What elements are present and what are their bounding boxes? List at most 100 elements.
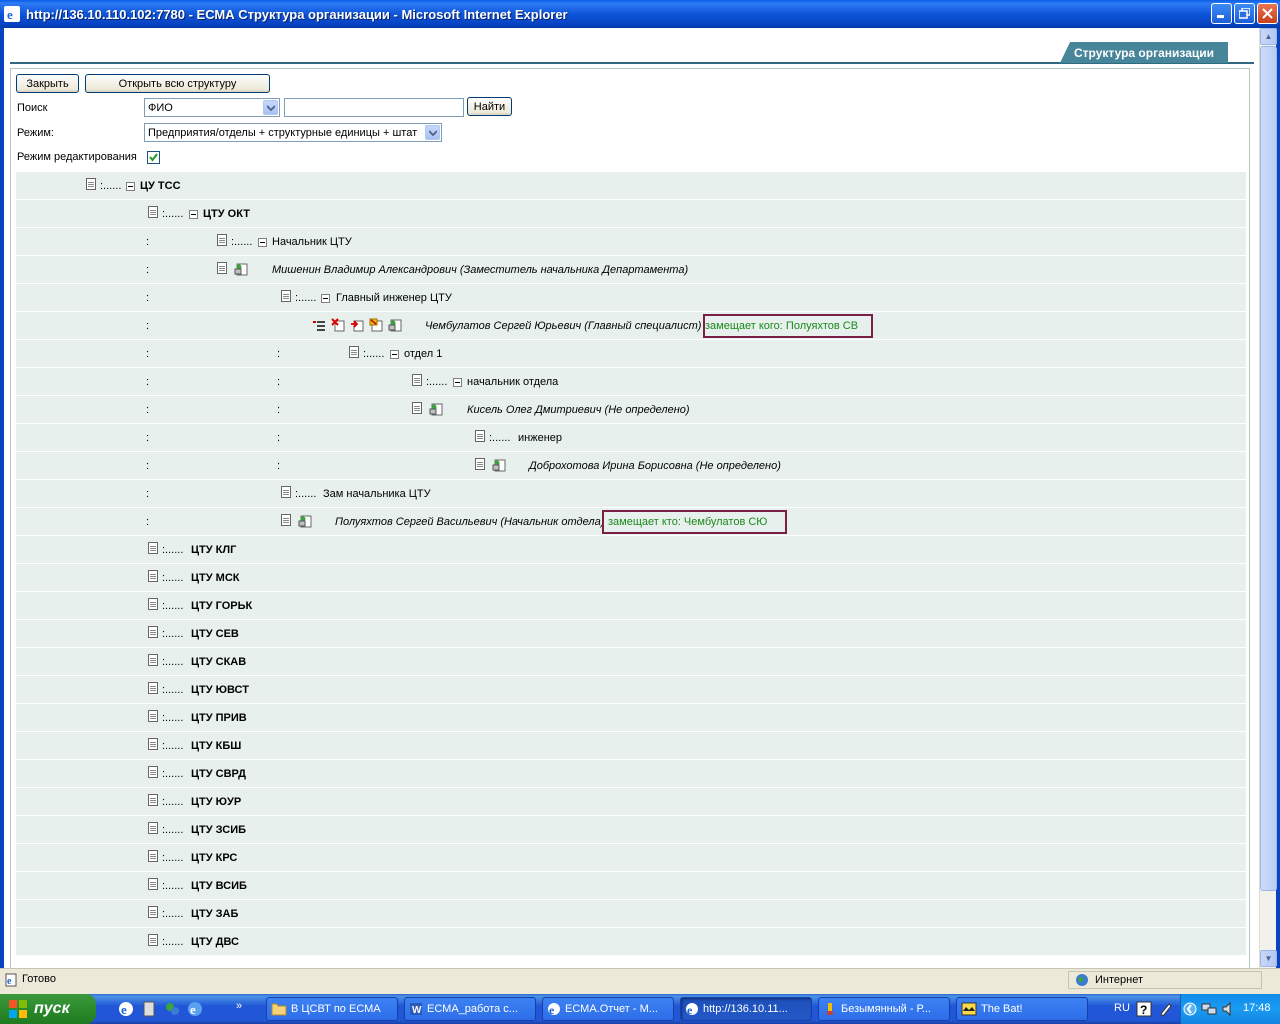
- node-label[interactable]: ЦУ ТСС: [140, 180, 181, 192]
- tab-structure[interactable]: Структура организации: [1060, 42, 1228, 63]
- document-icon[interactable]: [148, 906, 158, 918]
- node-label[interactable]: ЦТУ СВРД: [191, 768, 246, 780]
- find-button[interactable]: Найти: [467, 97, 512, 116]
- minimize-button[interactable]: [1211, 3, 1232, 24]
- edit-mode-checkbox[interactable]: [147, 151, 160, 164]
- document-icon[interactable]: [148, 850, 158, 862]
- document-icon[interactable]: [148, 542, 158, 554]
- node-label[interactable]: ЦТУ ВСИБ: [191, 880, 247, 892]
- delete-card-icon[interactable]: [331, 318, 345, 332]
- document-icon[interactable]: [148, 682, 158, 694]
- node-label[interactable]: ЦТУ ОКТ: [203, 208, 250, 220]
- node-label[interactable]: ЦТУ ЮУР: [191, 796, 241, 808]
- person-label[interactable]: Мишенин Владимир Александрович (Заместит…: [272, 264, 688, 276]
- document-icon[interactable]: [148, 766, 158, 778]
- document-icon[interactable]: [412, 374, 422, 386]
- close-window-button[interactable]: [1257, 3, 1278, 24]
- document-icon[interactable]: [281, 290, 291, 302]
- node-label[interactable]: Начальник ЦТУ: [272, 236, 352, 248]
- help-icon[interactable]: ?: [1136, 1001, 1152, 1017]
- document-icon[interactable]: [148, 598, 158, 610]
- node-label[interactable]: ЦТУ ЗАБ: [191, 908, 238, 920]
- search-field-select[interactable]: ФИО: [144, 98, 280, 117]
- person-label[interactable]: Доброхотова Ирина Борисовна (Не определе…: [529, 460, 781, 472]
- open-all-button[interactable]: Открыть всю структуру: [85, 74, 270, 93]
- node-label[interactable]: ЦТУ КБШ: [191, 740, 241, 752]
- collapse-icon[interactable]: [189, 210, 198, 219]
- node-label[interactable]: ЦТУ ГОРЬК: [191, 600, 252, 612]
- document-icon[interactable]: [475, 458, 485, 470]
- vertical-scrollbar[interactable]: ▲ ▼: [1259, 28, 1277, 968]
- document-icon[interactable]: [148, 738, 158, 750]
- close-button[interactable]: Закрыть: [16, 74, 79, 93]
- task-folder[interactable]: В ЦСВТ по ЕСМА: [266, 997, 398, 1021]
- collapse-icon[interactable]: [321, 294, 330, 303]
- quicklaunch-more-icon[interactable]: »: [236, 1000, 242, 1012]
- node-label[interactable]: инженер: [518, 432, 562, 444]
- edit-card-icon[interactable]: [369, 318, 383, 332]
- document-icon[interactable]: [281, 486, 291, 498]
- quicklaunch-ie-icon[interactable]: e: [118, 1001, 134, 1017]
- document-icon[interactable]: [475, 430, 485, 442]
- node-label[interactable]: ЦТУ ДВС: [191, 936, 239, 948]
- document-icon[interactable]: [349, 346, 359, 358]
- task-ie-report[interactable]: e ЕСМА.Отчет - М...: [542, 997, 674, 1021]
- person-card-icon[interactable]: [298, 514, 312, 528]
- quicklaunch-messenger-icon[interactable]: [164, 1001, 180, 1017]
- clock[interactable]: 17:48: [1243, 1002, 1271, 1014]
- collapse-icon[interactable]: [390, 350, 399, 359]
- task-paint[interactable]: Безымянный - Р...: [818, 997, 950, 1021]
- language-indicator[interactable]: RU: [1114, 1002, 1130, 1014]
- document-icon[interactable]: [148, 822, 158, 834]
- task-ie-active[interactable]: e http://136.10.11...: [680, 997, 812, 1021]
- list-remove-icon[interactable]: [312, 318, 326, 332]
- quicklaunch-browser-icon[interactable]: e: [187, 1001, 203, 1017]
- chevron-down-icon[interactable]: [263, 100, 278, 115]
- search-input[interactable]: [284, 98, 464, 117]
- person-label[interactable]: Кисель Олег Дмитриевич (Не определено): [467, 404, 690, 416]
- document-icon[interactable]: [86, 178, 96, 190]
- tray-expand-icon[interactable]: [1183, 1001, 1197, 1017]
- chevron-down-icon[interactable]: [425, 125, 440, 140]
- scroll-down-icon[interactable]: ▼: [1260, 950, 1277, 967]
- document-icon[interactable]: [217, 234, 227, 246]
- node-label[interactable]: начальник отдела: [467, 376, 558, 388]
- node-label[interactable]: ЦТУ ПРИВ: [191, 712, 247, 724]
- start-button[interactable]: пуск: [0, 994, 96, 1024]
- task-word-doc[interactable]: W ЕСМА_работа с...: [404, 997, 536, 1021]
- scroll-thumb[interactable]: [1260, 46, 1277, 891]
- pen-icon[interactable]: [1158, 1001, 1174, 1017]
- document-icon[interactable]: [148, 794, 158, 806]
- node-label[interactable]: ЦТУ СЕВ: [191, 628, 239, 640]
- person-label[interactable]: Полуяхтов Сергей Васильевич (Начальник о…: [335, 516, 604, 528]
- collapse-icon[interactable]: [453, 378, 462, 387]
- node-label[interactable]: Зам начальника ЦТУ: [323, 488, 431, 500]
- node-label[interactable]: отдел 1: [404, 348, 442, 360]
- node-label[interactable]: ЦТУ КРС: [191, 852, 237, 864]
- network-icon[interactable]: [1201, 1001, 1217, 1017]
- volume-icon[interactable]: [1221, 1001, 1237, 1017]
- document-icon[interactable]: [148, 934, 158, 946]
- quicklaunch-app-icon[interactable]: [141, 1001, 157, 1017]
- scroll-up-icon[interactable]: ▲: [1260, 28, 1277, 45]
- task-thebat[interactable]: The Bat!: [956, 997, 1088, 1021]
- node-label[interactable]: ЦТУ ЮВСТ: [191, 684, 249, 696]
- node-label[interactable]: ЦТУ ЗСИБ: [191, 824, 246, 836]
- document-icon[interactable]: [281, 514, 291, 526]
- person-card-icon[interactable]: [234, 262, 248, 276]
- document-icon[interactable]: [148, 626, 158, 638]
- mode-select[interactable]: Предприятия/отделы + структурные единицы…: [144, 123, 442, 142]
- node-label[interactable]: Главный инженер ЦТУ: [336, 292, 452, 304]
- person-label[interactable]: Чембулатов Сергей Юрьевич (Главный специ…: [425, 320, 701, 332]
- document-icon[interactable]: [148, 654, 158, 666]
- node-label[interactable]: ЦТУ СКАВ: [191, 656, 246, 668]
- document-icon[interactable]: [148, 878, 158, 890]
- collapse-icon[interactable]: [126, 182, 135, 191]
- person-card-icon[interactable]: [429, 402, 443, 416]
- document-icon[interactable]: [148, 710, 158, 722]
- document-icon[interactable]: [148, 206, 158, 218]
- collapse-icon[interactable]: [258, 238, 267, 247]
- person-card-icon[interactable]: [492, 458, 506, 472]
- maximize-button[interactable]: [1234, 3, 1255, 24]
- document-icon[interactable]: [412, 402, 422, 414]
